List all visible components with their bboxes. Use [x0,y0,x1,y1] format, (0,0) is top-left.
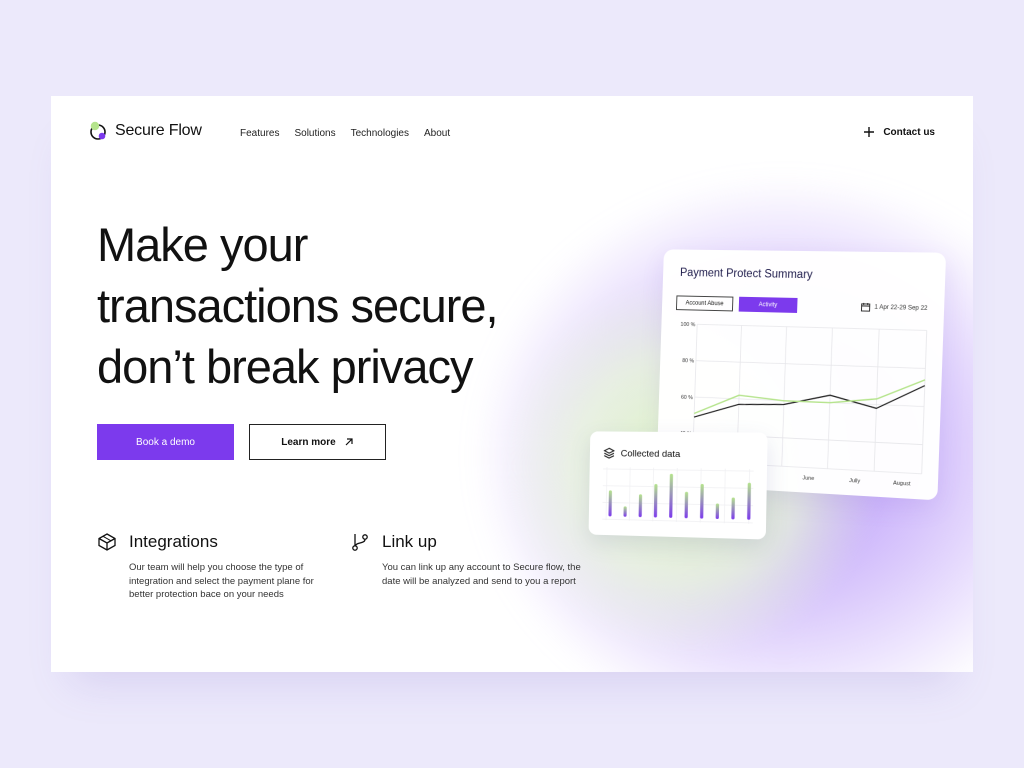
learn-more-button[interactable]: Learn more [249,424,386,460]
feature-title: Integrations [129,532,218,551]
bar [747,482,752,520]
grid-line [782,327,787,467]
x-tick-label: August [893,480,911,487]
nav-links: Features Solutions Technologies About [240,128,450,139]
feature-link-up: Link up You can link up any account to S… [350,532,581,588]
plus-icon [864,127,875,137]
top-navigation: Secure Flow Features Solutions Technolog… [51,96,973,172]
layers-icon [603,447,615,459]
calendar-icon [861,302,870,311]
cube-icon [98,533,116,551]
y-tick-label: 100 % [680,322,695,328]
bar [653,484,658,518]
bar [623,506,627,517]
bar [684,491,689,519]
nav-link-about[interactable]: About [424,128,450,139]
hero-title: Make your transactions secure, don’t bre… [97,214,617,397]
bar [608,490,612,517]
bar [715,503,720,520]
grid-line [696,361,925,369]
tab-activity[interactable]: Activity [738,296,798,313]
arrow-up-right-icon [345,438,353,446]
grid-line [874,329,879,471]
contact-us-label: Contact us [883,126,935,138]
date-range-label: 1 Apr 22-29 Sep 22 [874,304,928,312]
grid-line [922,330,927,473]
grid-line [603,502,754,505]
hero-title-line-2: transactions secure, [97,279,499,332]
hero-title-line-3: don’t break privacy [97,340,473,393]
date-range[interactable]: 1 Apr 22-29 Sep 22 [861,302,928,313]
logo-icon [90,121,106,140]
bar [670,474,674,519]
grid-line [653,468,654,522]
collected-data-card: Collected data [588,431,768,540]
collected-data-header: Collected data [603,447,680,460]
feature-title: Link up [382,532,437,551]
book-demo-button[interactable]: Book a demo [97,424,234,460]
series-line-2 [694,372,925,424]
learn-more-label: Learn more [281,436,336,448]
summary-card-title: Payment Protect Summary [679,267,813,282]
y-tick-label: 80 % [682,358,694,364]
grid-line [697,324,927,330]
x-tick-label: Jully [849,478,861,485]
landing-page-frame: Secure Flow Features Solutions Technolog… [51,96,973,672]
feature-integrations: Integrations Our team will help you choo… [97,532,317,602]
brand-name: Secure Flow [115,122,202,139]
grid-line [606,467,607,520]
grid-line [676,467,678,523]
hero-title-line-1: Make your [97,218,308,271]
collected-data-title: Collected data [620,447,681,460]
nav-link-features[interactable]: Features [240,128,279,139]
tab-account-abuse[interactable]: Account Abuse [675,295,734,312]
bar-chart [602,463,757,528]
nav-link-technologies[interactable]: Technologies [351,128,409,139]
book-demo-label: Book a demo [136,436,195,448]
x-tick-label: June [802,475,814,482]
grid-line [828,328,833,469]
bar [700,483,704,519]
nav-link-solutions[interactable]: Solutions [294,128,335,139]
grid-line [602,519,753,523]
bar [731,497,735,520]
contact-us-button[interactable]: Contact us [863,126,935,138]
feature-description: Our team will help you choose the type o… [129,562,314,600]
bar [638,494,643,518]
grid-line [603,486,754,489]
grid-line [603,469,754,471]
feature-description: You can link up any account to Secure fl… [382,562,581,587]
grid-line [629,467,630,520]
y-tick-label: 60 % [681,394,693,400]
git-branch-icon [352,534,368,551]
grid-line [724,469,725,524]
brand-logo[interactable]: Secure Flow [89,121,202,141]
